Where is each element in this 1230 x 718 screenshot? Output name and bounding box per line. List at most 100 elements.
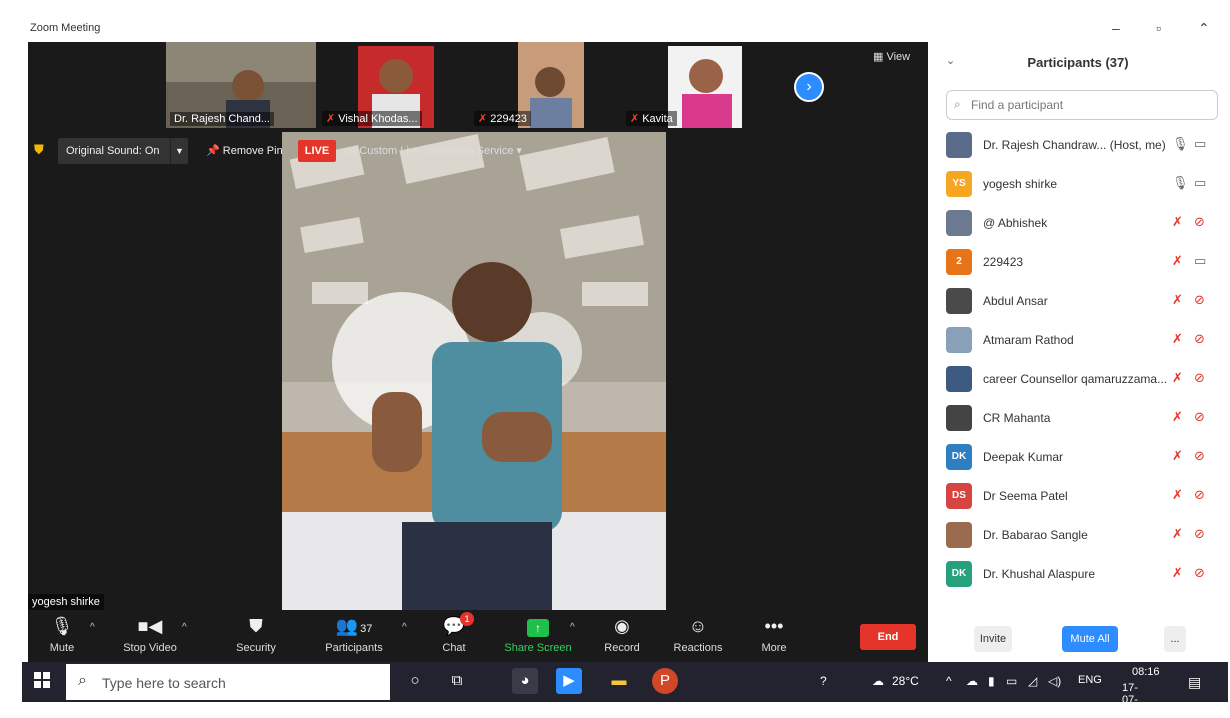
thumbnail-name: ✗ Vishal Khodas...: [322, 111, 422, 126]
video-off-icon[interactable]: ⊘: [1194, 292, 1205, 308]
avatar: DK: [946, 444, 972, 470]
video-camera-icon[interactable]: ▭: [1194, 253, 1206, 269]
mute-button[interactable]: 🎙 Mute: [22, 614, 102, 654]
wifi-icon[interactable]: ◿: [1028, 674, 1037, 688]
participant-row[interactable]: DK Dr. Khushal Alaspure ✗ ⊘: [946, 555, 1228, 594]
end-meeting-button[interactable]: End: [860, 624, 916, 650]
participant-row[interactable]: DK Deepak Kumar ✗ ⊘: [946, 438, 1228, 477]
minimize-button[interactable]: –: [1112, 20, 1120, 36]
avatar: 2: [946, 249, 972, 275]
chat-button[interactable]: 💬 1 Chat: [414, 612, 494, 654]
zoom-app-icon[interactable]: ▶: [556, 668, 582, 694]
mic-muted-icon[interactable]: ✗: [1172, 214, 1183, 230]
avatar: [946, 327, 972, 353]
video-off-icon[interactable]: ⊘: [1194, 487, 1205, 503]
mic-muted-icon[interactable]: ✗: [1172, 292, 1183, 308]
participant-row[interactable]: @ Abhishek ✗ ⊘: [946, 204, 1228, 243]
microphone-icon[interactable]: 🎙: [1172, 175, 1189, 191]
speaker-name-label: yogesh shirke: [28, 594, 104, 610]
mic-muted-icon[interactable]: ✗: [1172, 487, 1183, 503]
encryption-shield-icon[interactable]: ⛊: [34, 142, 44, 158]
notification-icon[interactable]: ▤: [1188, 674, 1201, 691]
video-off-icon[interactable]: ⊘: [1194, 448, 1205, 464]
video-thumbnail[interactable]: ✗ 229423: [470, 42, 620, 128]
avatar: [946, 522, 972, 548]
view-button[interactable]: ▦ View: [873, 50, 910, 63]
video-off-icon[interactable]: ⊘: [1194, 409, 1205, 425]
live-badge[interactable]: LIVE: [298, 140, 336, 162]
reactions-button[interactable]: ☺ Reactions: [658, 614, 738, 654]
video-thumbnail[interactable]: ✗ Kavita: [622, 42, 772, 128]
language-indicator[interactable]: ENG: [1078, 674, 1102, 686]
mic-muted-icon[interactable]: ✗: [1172, 409, 1183, 425]
video-camera-icon[interactable]: ▭: [1194, 136, 1206, 152]
video-thumbnail[interactable]: Dr. Rajesh Chand...: [166, 42, 316, 128]
mic-muted-icon[interactable]: ✗: [1172, 565, 1183, 581]
cortana-icon[interactable]: ○: [402, 668, 428, 694]
windows-start-icon[interactable]: [34, 672, 50, 688]
video-off-icon[interactable]: ⊘: [1194, 526, 1205, 542]
more-button[interactable]: ••• More: [734, 614, 814, 654]
chrome-icon[interactable]: ◕: [512, 668, 538, 694]
task-view-icon[interactable]: ⧉: [444, 668, 470, 694]
avatar: DS: [946, 483, 972, 509]
participant-row[interactable]: DS Dr Seema Patel ✗ ⊘: [946, 477, 1228, 516]
share-screen-button[interactable]: ↑ Share Screen: [498, 614, 578, 654]
live-streaming-service-label[interactable]: on Custom Live Streaming Service ▾: [344, 144, 522, 157]
shield-icon: ⛊: [249, 616, 263, 636]
mic-muted-icon: ✗: [630, 113, 640, 125]
next-page-button[interactable]: ›: [794, 72, 824, 102]
temperature-label[interactable]: 28°C: [892, 674, 919, 688]
participant-row[interactable]: Dr. Babarao Sangle ✗ ⊘: [946, 516, 1228, 555]
panel-more-button[interactable]: ...: [1164, 626, 1186, 652]
video-off-icon[interactable]: ⊘: [1194, 331, 1205, 347]
original-sound-toggle[interactable]: Original Sound: On ▼: [58, 138, 188, 164]
participant-row[interactable]: Abdul Ansar ✗ ⊘: [946, 282, 1228, 321]
chevron-down-icon[interactable]: ▼: [170, 138, 188, 164]
taskbar-search-box[interactable]: ⌕ Type here to search: [66, 664, 390, 700]
video-off-icon[interactable]: ⊘: [1194, 565, 1205, 581]
battery-icon[interactable]: ▭: [1006, 674, 1017, 688]
video-thumbnail[interactable]: ✗ Vishal Khodas...: [318, 42, 468, 128]
onedrive-icon[interactable]: ☁: [966, 674, 978, 688]
remove-pin-button[interactable]: 📌 Remove Pin: [206, 144, 283, 157]
chevron-up-icon[interactable]: ^: [402, 622, 407, 633]
participant-row[interactable]: 2 229423 ✗ ▭: [946, 243, 1228, 282]
mic-muted-icon[interactable]: ✗: [1172, 253, 1183, 269]
speaker-video-frame: [282, 132, 666, 612]
volume-icon[interactable]: ◁): [1048, 674, 1061, 688]
chevron-up-icon[interactable]: ^: [182, 622, 187, 633]
participants-button[interactable]: 👥 37 Participants: [314, 614, 394, 654]
help-icon[interactable]: ?: [820, 674, 827, 688]
participant-row[interactable]: career Counsellor qamaruzzama... ✗ ⊘: [946, 360, 1228, 399]
powerpoint-icon[interactable]: P: [652, 668, 678, 694]
file-explorer-icon[interactable]: ▬: [606, 668, 632, 694]
mic-muted-icon[interactable]: ✗: [1172, 526, 1183, 542]
participant-row[interactable]: Atmaram Rathod ✗ ⊘: [946, 321, 1228, 360]
mute-all-button[interactable]: Mute All: [1062, 626, 1118, 652]
close-button[interactable]: ⌃: [1198, 20, 1210, 37]
participant-search-input[interactable]: Find a participant: [946, 90, 1218, 120]
video-off-icon[interactable]: ⊘: [1194, 370, 1205, 386]
participants-panel-title: Participants (37): [1027, 55, 1129, 70]
security-button[interactable]: ⛊ Security: [216, 614, 296, 654]
mic-muted-icon[interactable]: ✗: [1172, 331, 1183, 347]
video-camera-icon[interactable]: ▭: [1194, 175, 1206, 191]
record-button[interactable]: ◉ Record: [582, 614, 662, 654]
chevron-up-icon[interactable]: ^: [570, 622, 575, 633]
chevron-up-icon[interactable]: ^: [90, 622, 95, 633]
mic-muted-icon[interactable]: ✗: [1172, 448, 1183, 464]
invite-button[interactable]: Invite: [974, 626, 1012, 652]
participant-row[interactable]: YS yogesh shirke 🎙 ▭: [946, 165, 1228, 204]
mic-muted-icon[interactable]: ✗: [1172, 370, 1183, 386]
clock-time[interactable]: 08:16: [1132, 666, 1160, 678]
tray-expand-icon[interactable]: ^: [946, 674, 952, 688]
clock-date[interactable]: 17-07-2021: [1122, 682, 1146, 718]
video-off-icon[interactable]: ⊘: [1194, 214, 1205, 230]
restore-button[interactable]: ▫: [1156, 20, 1161, 36]
participant-row[interactable]: Dr. Rajesh Chandraw... (Host, me) 🎙 ▭: [946, 126, 1228, 165]
microphone-icon[interactable]: 🎙: [1172, 136, 1189, 152]
stop-video-button[interactable]: ■◀ Stop Video: [110, 614, 190, 654]
usb-icon[interactable]: ▮: [988, 674, 995, 688]
participant-row[interactable]: CR Mahanta ✗ ⊘: [946, 399, 1228, 438]
